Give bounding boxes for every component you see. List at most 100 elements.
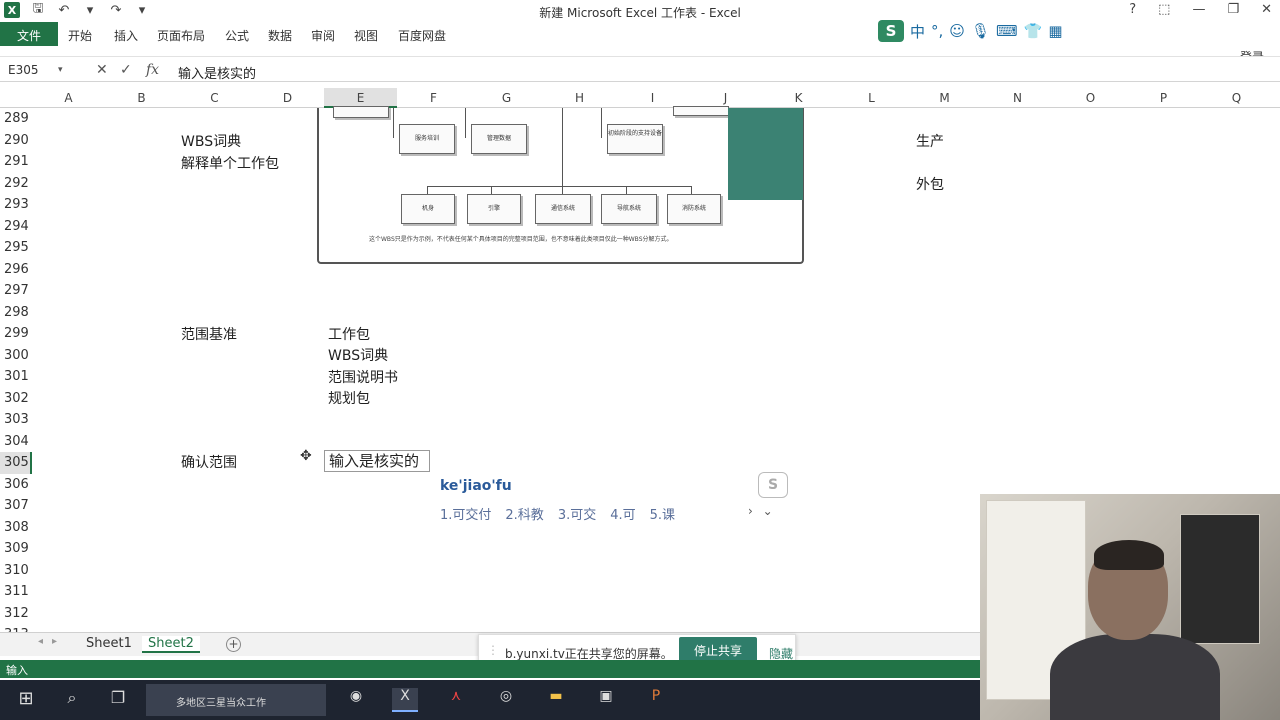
row-header[interactable]: 312 bbox=[0, 603, 32, 625]
punctuation-icon[interactable]: °, bbox=[931, 22, 943, 40]
row-header-selected[interactable]: 305 bbox=[0, 452, 32, 474]
next-page-icon[interactable]: › bbox=[748, 504, 753, 518]
tab-formulas[interactable]: 公式 bbox=[221, 25, 253, 45]
ime-candidate[interactable]: 2.科教 bbox=[505, 504, 543, 523]
column-header[interactable]: Q bbox=[1200, 91, 1273, 105]
row-header[interactable]: 309 bbox=[0, 538, 32, 560]
row-header[interactable]: 307 bbox=[0, 495, 32, 517]
add-sheet-icon[interactable]: + bbox=[226, 637, 241, 652]
row-header[interactable]: 302 bbox=[0, 388, 32, 410]
tab-page-layout[interactable]: 页面布局 bbox=[153, 25, 209, 45]
microphone-icon[interactable]: 🎙 bbox=[971, 22, 990, 40]
row-header[interactable]: 304 bbox=[0, 431, 32, 453]
ribbon-display-button[interactable]: ⬚ bbox=[1158, 2, 1170, 17]
file-explorer-icon[interactable]: ▬ bbox=[544, 688, 568, 712]
windows-start-icon[interactable]: ⊞ bbox=[14, 688, 38, 712]
row-header[interactable]: 311 bbox=[0, 581, 32, 603]
row-header[interactable]: 310 bbox=[0, 560, 32, 582]
cell-c291[interactable]: 解释单个工作包 bbox=[181, 153, 279, 173]
cancel-icon[interactable]: ✕ bbox=[96, 62, 108, 78]
tab-baidu-netdisk[interactable]: 百度网盘 bbox=[394, 25, 450, 45]
scroll-right-icon[interactable]: ▸ bbox=[46, 636, 63, 647]
task-view-icon[interactable]: ❐ bbox=[106, 688, 130, 712]
sheet-tab[interactable]: Sheet1 bbox=[80, 636, 138, 651]
row-header[interactable]: 293 bbox=[0, 194, 32, 216]
column-header[interactable]: B bbox=[105, 91, 178, 105]
row-header[interactable]: 294 bbox=[0, 216, 32, 238]
undo-dropdown-icon[interactable]: ▾ bbox=[82, 2, 98, 18]
column-header[interactable]: N bbox=[981, 91, 1054, 105]
tab-home[interactable]: 开始 bbox=[64, 25, 96, 45]
toolbox-icon[interactable]: ▦ bbox=[1048, 22, 1062, 40]
row-header[interactable]: 299 bbox=[0, 323, 32, 345]
cell-c299[interactable]: 范围基准 bbox=[181, 324, 237, 344]
column-header[interactable]: F bbox=[397, 91, 470, 105]
column-header-selected[interactable]: E bbox=[324, 88, 397, 108]
minimize-button[interactable]: — bbox=[1192, 2, 1205, 17]
cell-m290[interactable]: 生产 bbox=[916, 131, 944, 151]
name-box-dropdown-icon[interactable]: ▾ bbox=[58, 65, 63, 75]
save-icon[interactable]: 🖫 bbox=[30, 1, 46, 18]
browser-icon[interactable]: ◎ bbox=[494, 688, 518, 712]
pdf-reader-icon[interactable]: ⋏ bbox=[444, 688, 468, 712]
sogou-logo-icon[interactable]: S bbox=[878, 20, 904, 42]
tab-view[interactable]: 视图 bbox=[350, 25, 382, 45]
customize-toolbar-icon[interactable]: ▾ bbox=[134, 2, 150, 18]
column-header[interactable]: P bbox=[1127, 91, 1200, 105]
cell-c305[interactable]: 确认范围 bbox=[181, 452, 237, 472]
ime-candidate[interactable]: 4.可 bbox=[610, 504, 635, 523]
column-header[interactable]: O bbox=[1054, 91, 1127, 105]
formula-input[interactable]: 输入是核实的 bbox=[178, 63, 256, 82]
row-header[interactable]: 301 bbox=[0, 366, 32, 388]
firefox-icon[interactable]: ◉ bbox=[344, 688, 368, 712]
help-button[interactable]: ? bbox=[1129, 2, 1136, 17]
row-header[interactable]: 296 bbox=[0, 259, 32, 281]
redo-icon[interactable]: ↷ bbox=[108, 2, 124, 18]
row-header[interactable]: 297 bbox=[0, 280, 32, 302]
tab-insert[interactable]: 插入 bbox=[110, 25, 142, 45]
emoji-icon[interactable]: ☺ bbox=[949, 22, 965, 40]
column-header[interactable]: D bbox=[251, 91, 324, 105]
ime-candidate[interactable]: 1.可交付 bbox=[440, 504, 491, 523]
column-header[interactable]: A bbox=[32, 91, 105, 105]
undo-icon[interactable]: ↶ bbox=[56, 2, 72, 18]
row-header[interactable]: 308 bbox=[0, 517, 32, 539]
row-header[interactable]: 291 bbox=[0, 151, 32, 173]
taskbar-active-app[interactable]: 多地区三星当众工作 bbox=[146, 684, 326, 716]
insert-function-icon[interactable]: fx bbox=[146, 62, 159, 78]
row-header[interactable]: 290 bbox=[0, 130, 32, 152]
cell-m292[interactable]: 外包 bbox=[916, 174, 944, 194]
column-header[interactable]: C bbox=[178, 91, 251, 105]
cell-e302[interactable]: 规划包 bbox=[328, 388, 370, 408]
column-header[interactable]: G bbox=[470, 91, 543, 105]
excel-taskbar-icon[interactable]: X bbox=[392, 688, 418, 712]
cell-e301[interactable]: 范围说明书 bbox=[328, 367, 398, 387]
sheet-tab-active[interactable]: Sheet2 bbox=[142, 636, 200, 653]
column-header[interactable]: I bbox=[616, 91, 689, 105]
skin-icon[interactable]: 👕 bbox=[1024, 22, 1043, 40]
column-header[interactable]: L bbox=[835, 91, 908, 105]
row-header[interactable]: 292 bbox=[0, 173, 32, 195]
row-header[interactable]: 289 bbox=[0, 108, 32, 130]
row-header[interactable]: 306 bbox=[0, 474, 32, 496]
tab-review[interactable]: 审阅 bbox=[307, 25, 339, 45]
restore-button[interactable]: ❐ bbox=[1227, 2, 1239, 17]
row-header[interactable]: 295 bbox=[0, 237, 32, 259]
row-header[interactable]: 303 bbox=[0, 409, 32, 431]
teal-shape[interactable] bbox=[728, 108, 803, 200]
row-header[interactable]: 300 bbox=[0, 345, 32, 367]
cell-c290[interactable]: WBS词典 bbox=[181, 131, 241, 151]
tab-data[interactable]: 数据 bbox=[264, 25, 296, 45]
column-header[interactable]: J bbox=[689, 91, 762, 105]
close-button[interactable]: ✕ bbox=[1261, 2, 1272, 17]
expand-icon[interactable]: ⌄ bbox=[763, 504, 773, 518]
column-header[interactable]: K bbox=[762, 91, 835, 105]
ime-candidate[interactable]: 3.可交 bbox=[558, 504, 596, 523]
ime-mode-label[interactable]: 中 bbox=[910, 21, 925, 42]
row-header[interactable]: 298 bbox=[0, 302, 32, 324]
cell-e299[interactable]: 工作包 bbox=[328, 324, 370, 344]
column-header[interactable]: H bbox=[543, 91, 616, 105]
column-header[interactable]: M bbox=[908, 91, 981, 105]
enter-icon[interactable]: ✓ bbox=[120, 62, 132, 78]
cell-edit-input[interactable]: 输入是核实的 bbox=[324, 450, 430, 472]
